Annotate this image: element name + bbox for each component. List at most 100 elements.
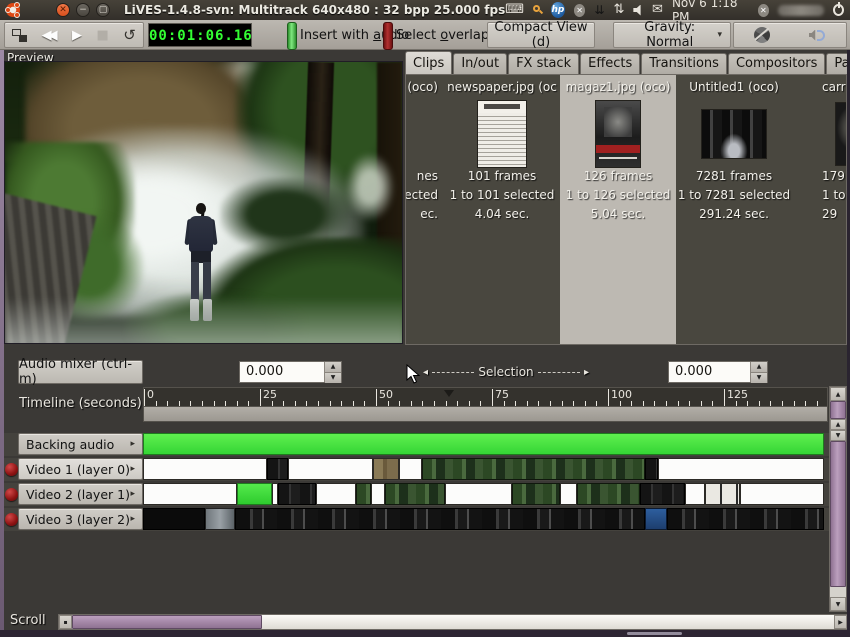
timeline-block-paper[interactable] (705, 483, 740, 505)
tab-compositors[interactable]: Compositors (728, 53, 825, 74)
scroll-step-up-icon[interactable]: ▲ (830, 419, 846, 430)
selection-right-arrow-icon[interactable]: ▸ (584, 367, 589, 378)
tab-transitions[interactable]: Transitions (641, 53, 727, 74)
rewind-icon[interactable]: ◀◀ (42, 28, 58, 43)
timeline-block-dark[interactable] (267, 458, 288, 480)
timeline-block-white[interactable] (143, 458, 267, 480)
selection-start-spinner[interactable]: 0.000 ▲ ▼ (239, 361, 342, 383)
clip-cell[interactable]: newspaper.jpg (oc101 frames1 to 101 sele… (444, 75, 560, 345)
selection-end-value[interactable]: 0.000 (669, 362, 750, 382)
selection-start-value[interactable]: 0.000 (240, 362, 324, 382)
clip-cell[interactable]: magaz1.jpg (oco)126 frames1 to 126 selec… (560, 75, 676, 345)
keyboard-icon[interactable]: ⌨ (505, 0, 524, 20)
timeline-block-fog[interactable] (205, 508, 235, 530)
network-updown-icon[interactable]: ⇅ (613, 0, 624, 20)
timeline-block-black[interactable] (143, 508, 205, 530)
timeline-block-dark[interactable] (278, 483, 316, 505)
render-icon[interactable] (754, 27, 770, 43)
indicator-x-icon[interactable]: ✕ (574, 4, 585, 17)
tab-effects[interactable]: Effects (580, 53, 640, 74)
audio-waves-icon[interactable] (809, 29, 827, 42)
timeline-block-forest[interactable] (422, 458, 645, 480)
select-overlap-label[interactable]: Select overlap (396, 28, 489, 43)
track-header-video-2-layer-1-[interactable]: Video 2 (layer 1)▸ (18, 483, 143, 505)
expander-icon[interactable]: ▸ (130, 464, 135, 474)
hp-icon[interactable]: hp (551, 2, 565, 18)
timeline-block-dark3[interactable] (235, 508, 645, 530)
record-dot-icon[interactable] (5, 463, 18, 476)
clip-cell[interactable]: carr1791 to 1729 (792, 75, 847, 345)
spin-up-icon[interactable]: ▲ (325, 362, 341, 373)
timeline-block-white[interactable] (371, 483, 385, 505)
user-redacted[interactable] (778, 5, 824, 16)
pane-resize-grip[interactable] (627, 632, 682, 635)
loop-icon[interactable]: ↺ (123, 26, 136, 44)
timeline-block-white[interactable] (740, 483, 824, 505)
timeline-block-white[interactable] (316, 483, 356, 505)
track-header-video-1-layer-0-[interactable]: Video 1 (layer 0)▸ (18, 458, 143, 480)
maximize-button[interactable]: ▢ (96, 3, 110, 17)
scroll-down-icon[interactable]: ▼ (830, 597, 846, 611)
spin-down-icon[interactable]: ▼ (325, 373, 341, 383)
timeline-block-forest[interactable] (577, 483, 640, 505)
expander-icon[interactable]: ▸ (130, 439, 135, 449)
timeline-block-white[interactable] (143, 483, 237, 505)
minimize-button[interactable]: − (76, 3, 90, 17)
timeline-block-dark3[interactable] (667, 508, 824, 530)
timeline-block-white[interactable] (658, 458, 824, 480)
track-header-backing-audio[interactable]: Backing audio▸ (18, 433, 143, 455)
power-icon[interactable] (833, 4, 844, 16)
timeline-block-blue[interactable] (645, 508, 667, 530)
timeline-block-white[interactable] (685, 483, 705, 505)
search-icon[interactable] (533, 5, 542, 15)
session-icon[interactable]: ✕ (758, 4, 769, 17)
tab-in-out[interactable]: In/out (453, 53, 507, 74)
record-dot-icon[interactable] (5, 488, 18, 501)
timeline-block-dark[interactable] (645, 458, 658, 480)
playhead-marker[interactable] (444, 390, 454, 397)
selection-end-spinner[interactable]: 0.000 ▲ ▼ (668, 361, 768, 383)
timeline-block-tan[interactable] (373, 458, 399, 480)
spin-down-icon[interactable]: ▼ (751, 373, 767, 383)
timeline-horizontal-scrollbar[interactable]: ▪ ▶ (58, 614, 848, 630)
clip-cell[interactable]: Untitled1 (oco)7281 frames1 to 7281 sele… (676, 75, 792, 345)
track-timeline[interactable] (143, 433, 824, 455)
timeline-block-forest[interactable] (385, 483, 445, 505)
track-timeline[interactable] (143, 458, 824, 480)
timeline-block-forest[interactable] (512, 483, 560, 505)
play-icon[interactable]: ▶ (72, 28, 82, 43)
gravity-dropdown[interactable]: Gravity: Normal▾ (613, 22, 731, 48)
tab-clips[interactable]: Clips (405, 51, 452, 74)
tracks-vertical-scrollbar[interactable]: ▲ ▲ ▼ ▼ (829, 386, 847, 612)
track-timeline[interactable] (143, 508, 824, 530)
tab-fx-stack[interactable]: FX stack (508, 53, 579, 74)
timeline-block-white[interactable] (399, 458, 422, 480)
separate-window-icon[interactable] (12, 29, 27, 42)
close-button[interactable]: ✕ (56, 3, 70, 17)
scrollbar-thumb[interactable] (72, 615, 262, 629)
ubuntu-menu-icon[interactable] (6, 3, 20, 17)
audio-mixer-button[interactable]: Audio mixer (ctrl-m) (18, 360, 143, 384)
timeline-block-audio[interactable] (143, 433, 824, 455)
scroll-left-button[interactable]: ▪ (59, 615, 72, 629)
scrollbar-trough[interactable] (262, 615, 834, 629)
timeline-block-white[interactable] (560, 483, 577, 505)
timeline-block-white[interactable] (288, 458, 373, 480)
compact-view-button[interactable]: Compact View (d) (487, 22, 595, 48)
record-dot-icon[interactable] (5, 513, 18, 526)
timeline-block-forest[interactable] (356, 483, 371, 505)
track-timeline[interactable] (143, 483, 824, 505)
timeline-block-green[interactable] (237, 483, 272, 505)
downloads-icon[interactable]: ⇊ (594, 0, 604, 20)
expander-icon[interactable]: ▸ (130, 514, 135, 524)
track-header-video-3-layer-2-[interactable]: Video 3 (layer 2)▸ (18, 508, 143, 530)
clip-cell[interactable]: (oco)neslectedec. (405, 75, 444, 345)
mail-icon[interactable]: ✉ (652, 0, 663, 20)
timeline-selection-strip[interactable] (143, 406, 828, 422)
scrollbar-thumb[interactable] (830, 441, 846, 587)
scroll-up-icon[interactable]: ▲ (830, 387, 846, 401)
timeline-ruler[interactable]: 0255075100125 (143, 387, 828, 406)
expander-icon[interactable]: ▸ (130, 489, 135, 499)
timeline-block-dark[interactable] (640, 483, 685, 505)
spin-up-icon[interactable]: ▲ (751, 362, 767, 373)
